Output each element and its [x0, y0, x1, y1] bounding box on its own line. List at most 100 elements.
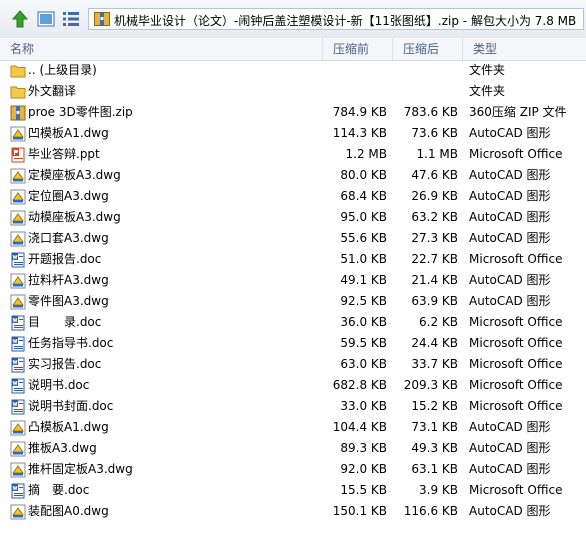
- file-row[interactable]: 凹模板A1.dwg 114.3 KB 73.6 KB AutoCAD 图形: [0, 123, 586, 144]
- file-row[interactable]: 说明书封面.doc 33.0 KB 15.2 KB Microsoft Office: [0, 396, 586, 417]
- compressed-size: 1.1 MB: [416, 147, 458, 161]
- file-row[interactable]: 定模座板A3.dwg 80.0 KB 47.6 KB AutoCAD 图形: [0, 165, 586, 186]
- file-name: 推杆固定板A3.dwg: [28, 462, 133, 476]
- compressed-size: 116.6 KB: [403, 504, 458, 518]
- file-row[interactable]: 目 录.doc 36.0 KB 6.2 KB Microsoft Office: [0, 312, 586, 333]
- folder-icon: [10, 63, 26, 79]
- packed-size: 80.0 KB: [340, 168, 387, 182]
- file-row[interactable]: 推板A3.dwg 89.3 KB 49.3 KB AutoCAD 图形: [0, 438, 586, 459]
- file-type: Microsoft Office: [469, 252, 563, 266]
- file-row[interactable]: 外文翻译 文件夹: [0, 81, 586, 102]
- compressed-size: 6.2 KB: [419, 315, 458, 329]
- dwg-icon: [10, 294, 26, 310]
- file-name: 外文翻译: [28, 84, 77, 98]
- doc-icon: [10, 252, 26, 268]
- file-name: 推板A3.dwg: [28, 441, 97, 455]
- packed-size: 89.3 KB: [340, 441, 387, 455]
- file-type: AutoCAD 图形: [469, 462, 551, 476]
- file-type: 360压缩 ZIP 文件: [469, 105, 567, 119]
- dwg-icon: [10, 210, 26, 226]
- archive-path: 机械毕业设计（论文）-闹钟后盖注塑模设计-新【11张图纸】.zip - 解包大小…: [114, 14, 577, 28]
- compressed-size: 63.1 KB: [411, 462, 458, 476]
- packed-size: 92.0 KB: [340, 462, 387, 476]
- compressed-size: 783.6 KB: [403, 105, 458, 119]
- dwg-icon: [10, 462, 26, 478]
- packed-size: 55.6 KB: [340, 231, 387, 245]
- compressed-size: 33.7 KB: [411, 357, 458, 371]
- file-row[interactable]: 定位圈A3.dwg 68.4 KB 26.9 KB AutoCAD 图形: [0, 186, 586, 207]
- packed-size: 1.2 MB: [345, 147, 387, 161]
- doc-icon: [10, 315, 26, 331]
- file-type: Microsoft Office: [469, 336, 563, 350]
- folder-icon: [10, 84, 26, 100]
- file-name: 目 录.doc: [28, 315, 102, 329]
- doc-icon: [10, 336, 26, 352]
- dwg-icon: [10, 126, 26, 142]
- file-row[interactable]: 凸模板A1.dwg 104.4 KB 73.1 KB AutoCAD 图形: [0, 417, 586, 438]
- zip-icon: [10, 105, 26, 121]
- file-row[interactable]: 拉料杆A3.dwg 49.1 KB 21.4 KB AutoCAD 图形: [0, 270, 586, 291]
- file-row[interactable]: 浇口套A3.dwg 55.6 KB 27.3 KB AutoCAD 图形: [0, 228, 586, 249]
- file-name: proe 3D零件图.zip: [28, 105, 133, 119]
- file-name: 凹模板A1.dwg: [28, 126, 109, 140]
- file-type: AutoCAD 图形: [469, 231, 551, 245]
- file-type: AutoCAD 图形: [469, 441, 551, 455]
- packed-size: 92.5 KB: [340, 294, 387, 308]
- file-row[interactable]: proe 3D零件图.zip 784.9 KB 783.6 KB 360压缩 ZIP …: [0, 102, 586, 123]
- compressed-size: 73.6 KB: [411, 126, 458, 140]
- doc-icon: [10, 357, 26, 373]
- compressed-size: 47.6 KB: [411, 168, 458, 182]
- compressed-size: 21.4 KB: [411, 273, 458, 287]
- file-name: 装配图A0.dwg: [28, 504, 109, 518]
- file-name: 定位圈A3.dwg: [28, 189, 109, 203]
- dwg-icon: [10, 441, 26, 457]
- file-type: AutoCAD 图形: [469, 504, 551, 518]
- compressed-size: 49.3 KB: [411, 441, 458, 455]
- packed-size: 36.0 KB: [340, 315, 387, 329]
- up-arrow-icon[interactable]: [10, 9, 30, 29]
- file-row[interactable]: 动模座板A3.dwg 95.0 KB 63.2 KB AutoCAD 图形: [0, 207, 586, 228]
- file-row[interactable]: 实习报告.doc 63.0 KB 33.7 KB Microsoft Office: [0, 354, 586, 375]
- file-name: 浇口套A3.dwg: [28, 231, 109, 245]
- file-type: AutoCAD 图形: [469, 189, 551, 203]
- file-row[interactable]: 任务指导书.doc 59.5 KB 24.4 KB Microsoft Office: [0, 333, 586, 354]
- file-row[interactable]: 装配图A0.dwg 150.1 KB 116.6 KB AutoCAD 图形: [0, 501, 586, 522]
- column-packed-size[interactable]: 压缩前: [323, 38, 393, 60]
- packed-size: 59.5 KB: [340, 336, 387, 350]
- file-name: .. (上级目录): [28, 63, 97, 77]
- file-type: Microsoft Office: [469, 483, 563, 497]
- file-row[interactable]: 毕业答辩.ppt 1.2 MB 1.1 MB Microsoft Office: [0, 144, 586, 165]
- file-name: 任务指导书.doc: [28, 336, 114, 350]
- file-row[interactable]: 开题报告.doc 51.0 KB 22.7 KB Microsoft Office: [0, 249, 586, 270]
- file-name: 摘 要.doc: [28, 483, 90, 497]
- column-compressed-size[interactable]: 压缩后: [393, 38, 463, 60]
- file-type: AutoCAD 图形: [469, 294, 551, 308]
- packed-size: 51.0 KB: [340, 252, 387, 266]
- doc-icon: [10, 399, 26, 415]
- file-name: 零件图A3.dwg: [28, 294, 109, 308]
- dwg-icon: [10, 231, 26, 247]
- file-row[interactable]: 零件图A3.dwg 92.5 KB 63.9 KB AutoCAD 图形: [0, 291, 586, 312]
- address-bar[interactable]: 机械毕业设计（论文）-闹钟后盖注塑模设计-新【11张图纸】.zip - 解包大小…: [88, 8, 584, 30]
- packed-size: 68.4 KB: [340, 189, 387, 203]
- thumbnail-view-icon[interactable]: [36, 9, 56, 29]
- compressed-size: 3.9 KB: [419, 483, 458, 497]
- column-name[interactable]: 名称: [0, 38, 323, 60]
- packed-size: 95.0 KB: [340, 210, 387, 224]
- file-type: AutoCAD 图形: [469, 126, 551, 140]
- compressed-size: 15.2 KB: [411, 399, 458, 413]
- details-view-icon[interactable]: [61, 9, 81, 29]
- file-name: 开题报告.doc: [28, 252, 102, 266]
- compressed-size: 22.7 KB: [411, 252, 458, 266]
- file-row[interactable]: .. (上级目录) 文件夹: [0, 60, 586, 81]
- column-header: 名称 压缩前 压缩后 类型: [0, 38, 586, 61]
- file-row[interactable]: 摘 要.doc 15.5 KB 3.9 KB Microsoft Office: [0, 480, 586, 501]
- file-row[interactable]: 推杆固定板A3.dwg 92.0 KB 63.1 KB AutoCAD 图形: [0, 459, 586, 480]
- column-type[interactable]: 类型: [463, 38, 586, 60]
- packed-size: 150.1 KB: [332, 504, 387, 518]
- compressed-size: 26.9 KB: [411, 189, 458, 203]
- file-row[interactable]: 说明书.doc 682.8 KB 209.3 KB Microsoft Office: [0, 375, 586, 396]
- dwg-icon: [10, 168, 26, 184]
- file-type: Microsoft Office: [469, 315, 563, 329]
- file-type: Microsoft Office: [469, 399, 563, 413]
